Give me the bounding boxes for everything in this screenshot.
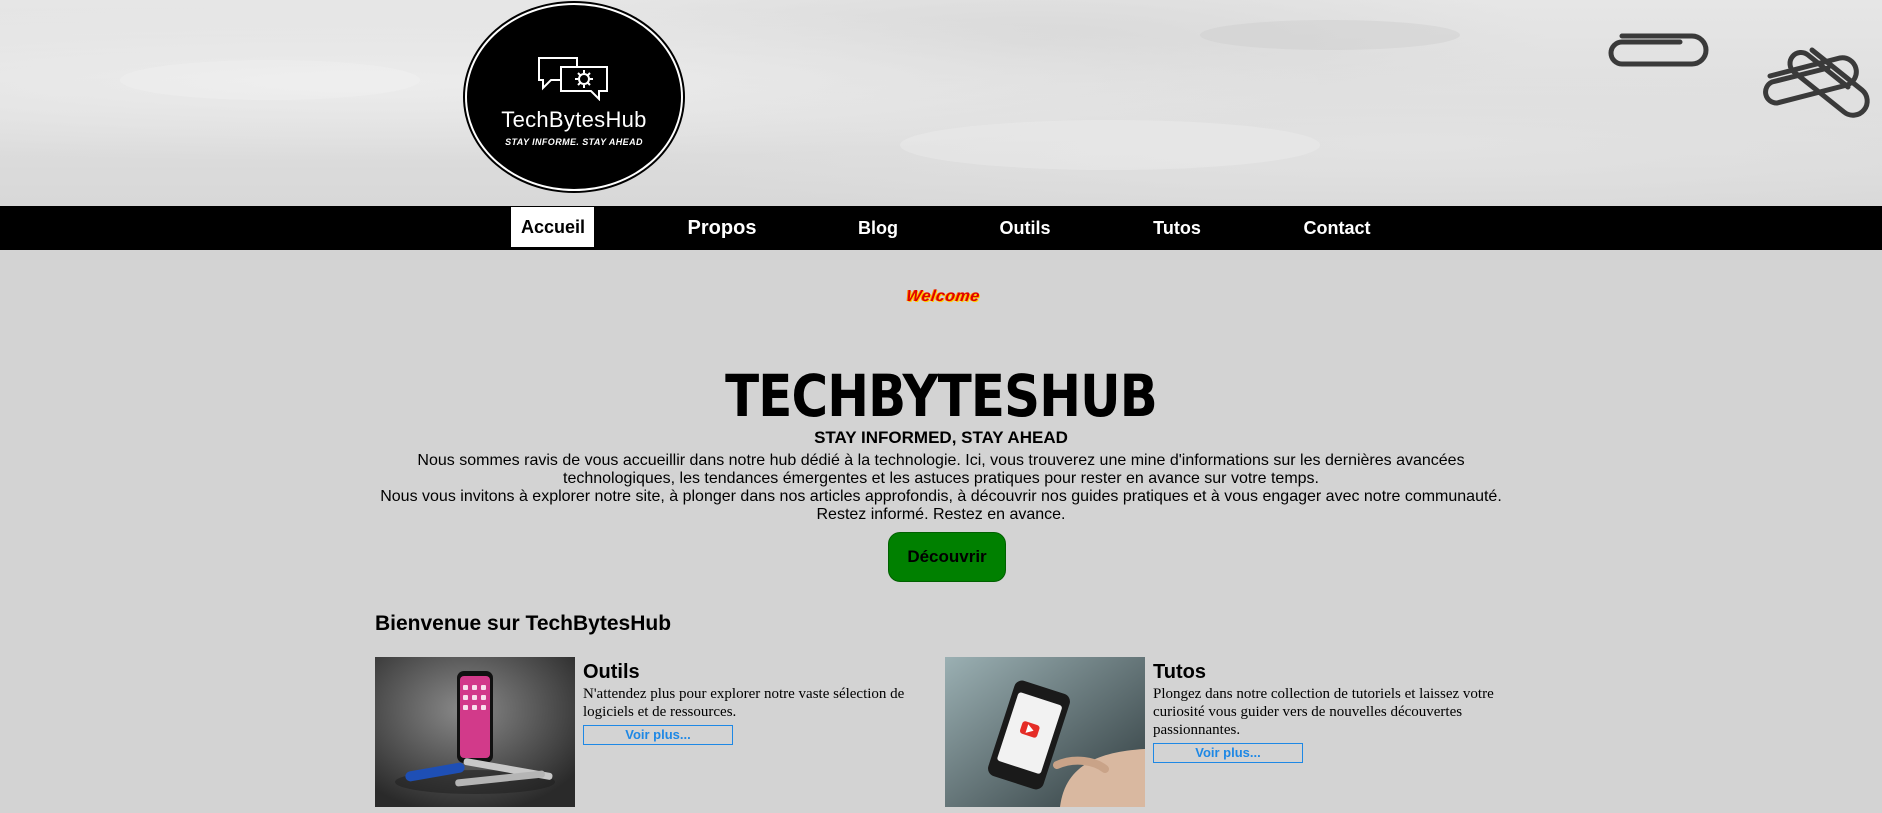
card-title: Tutos [1153,661,1206,683]
paperclips-decoration [1608,33,1870,118]
hero-paragraph-1: Nous sommes ravis de vous accueillir dan… [417,452,1465,487]
card-image-phone-tools [375,657,575,807]
nav-item-tutos[interactable]: Tutos [1137,206,1217,250]
welcome-animated-text: Welcome [905,288,981,305]
see-more-button[interactable]: Voir plus... [583,725,733,745]
discover-button[interactable]: Découvrir [888,532,1006,582]
chat-gear-icon [538,57,608,101]
hero-subtitle: STAY INFORMED, STAY AHEAD [814,428,1068,447]
logo-tagline: STAY INFORME. STAY AHEAD [505,137,643,147]
card-title: Outils [583,661,640,683]
marble-texture [900,120,1320,170]
nav-item-contact[interactable]: Contact [1287,206,1387,250]
hero-paragraph-2: Nous vous invitons à explorer notre site… [380,488,1502,523]
card-image-phone-video [945,657,1145,807]
card-tutos: Tutos Plongez dans notre collection de t… [945,657,1505,807]
marble-texture [1200,20,1460,50]
nav-item-outils[interactable]: Outils [985,206,1065,250]
nav-item-propos[interactable]: Propos [672,206,772,250]
section-title: Bienvenue sur TechBytesHub [375,612,672,635]
nav-item-accueil[interactable]: Accueil [511,207,594,247]
card-outils: Outils N'attendez plus pour explorer not… [375,657,935,807]
card-description: N'attendez plus pour explorer notre vast… [583,686,905,720]
card-description: Plongez dans notre collection de tutorie… [1153,686,1494,738]
nav-item-blog[interactable]: Blog [838,206,918,250]
hero-intro: Nous sommes ravis de vous accueillir dan… [370,452,1512,524]
see-more-button[interactable]: Voir plus... [1153,743,1303,763]
main-nav: Accueil Propos Blog Outils Tutos Contact [0,206,1882,250]
hero-title: TECHBYTESHUB [725,362,1158,430]
marble-texture [120,60,420,100]
header-banner: TechBytesHub STAY INFORME. STAY AHEAD [0,0,1882,206]
site-logo[interactable]: TechBytesHub STAY INFORME. STAY AHEAD [470,8,678,186]
logo-name: TechBytesHub [501,107,647,132]
